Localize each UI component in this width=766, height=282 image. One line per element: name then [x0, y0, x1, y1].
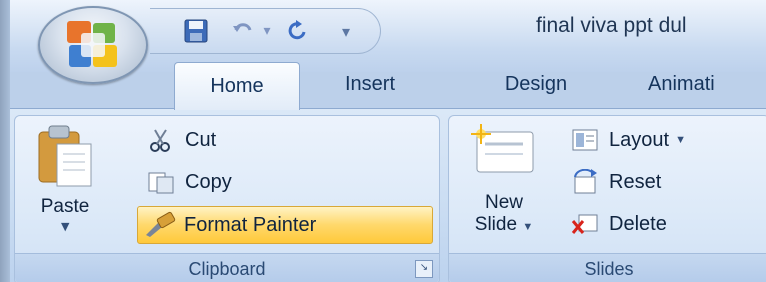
- paste-label: Paste: [40, 196, 90, 217]
- save-button[interactable]: [180, 15, 212, 47]
- tab-home[interactable]: Home: [174, 62, 300, 110]
- powerpoint-window: ▾ ▾ final viva ppt dul Home Insert Desig…: [0, 0, 766, 282]
- scissors-icon: [145, 124, 177, 156]
- undo-dropdown[interactable]: ▾: [260, 15, 274, 47]
- window-title: final viva ppt dul: [536, 14, 687, 37]
- copy-button[interactable]: Copy: [145, 164, 232, 200]
- cut-button[interactable]: Cut: [145, 122, 216, 158]
- clipboard-title: Clipboard: [188, 259, 266, 279]
- new-slide-line2-wrap: Slide ▼: [459, 214, 549, 238]
- layout-dropdown-arrow: ▼: [675, 134, 686, 146]
- layout-button[interactable]: Layout ▼: [569, 122, 686, 158]
- redo-button[interactable]: [282, 15, 312, 47]
- format-painter-label: Format Painter: [184, 213, 317, 236]
- ribbon-panel: Paste ▼ Cut Copy Format Painter Clipboar…: [10, 108, 766, 282]
- reset-icon: [569, 166, 601, 198]
- office-logo-icon: [67, 21, 117, 67]
- reset-button[interactable]: Reset: [569, 164, 661, 200]
- slides-group-label: Slides: [449, 253, 766, 282]
- redo-icon: [288, 20, 306, 40]
- customize-qat-dropdown[interactable]: ▾: [336, 15, 356, 47]
- format-painter-button[interactable]: Format Painter: [137, 206, 433, 244]
- delete-label: Delete: [609, 212, 667, 235]
- office-button[interactable]: [38, 6, 148, 84]
- slides-group: New Slide ▼ Layout ▼ Reset Delete Slides: [448, 115, 766, 282]
- reset-label: Reset: [609, 170, 662, 193]
- delete-button[interactable]: Delete: [569, 206, 667, 242]
- paste-dropdown-arrow: ▼: [61, 220, 70, 233]
- copy-icon: [145, 166, 177, 198]
- window-left-border: [0, 0, 10, 282]
- new-slide-dropdown-arrow: ▼: [522, 221, 534, 233]
- new-slide-line2: Slide: [474, 214, 518, 235]
- undo-icon: [233, 23, 252, 32]
- layout-label: Layout: [609, 128, 670, 151]
- undo-button[interactable]: [228, 15, 258, 47]
- cut-label: Cut: [185, 128, 217, 151]
- copy-label: Copy: [185, 170, 232, 193]
- clipboard-group: Paste ▼ Cut Copy Format Painter Clipboar…: [14, 115, 440, 282]
- new-slide-icon: [471, 124, 534, 173]
- paste-button[interactable]: Paste ▼: [25, 122, 105, 242]
- save-icon: [184, 19, 208, 43]
- tab-insert[interactable]: Insert: [318, 62, 422, 106]
- new-slide-line1: New: [484, 192, 523, 213]
- slides-title: Slides: [584, 259, 634, 279]
- delete-icon: [569, 208, 601, 240]
- tab-animations[interactable]: Animati: [648, 62, 766, 106]
- new-slide-button[interactable]: New Slide ▼: [459, 122, 549, 244]
- new-slide-label: New Slide ▼: [459, 192, 549, 238]
- clipboard-dialog-launcher[interactable]: ↘: [415, 260, 433, 278]
- layout-icon: [569, 124, 601, 156]
- paste-icon: [38, 125, 92, 187]
- tab-design[interactable]: Design: [482, 62, 590, 106]
- quick-access-toolbar: ▾ ▾: [150, 8, 381, 54]
- format-painter-icon: [144, 209, 176, 241]
- clipboard-group-label: Clipboard ↘: [15, 253, 439, 282]
